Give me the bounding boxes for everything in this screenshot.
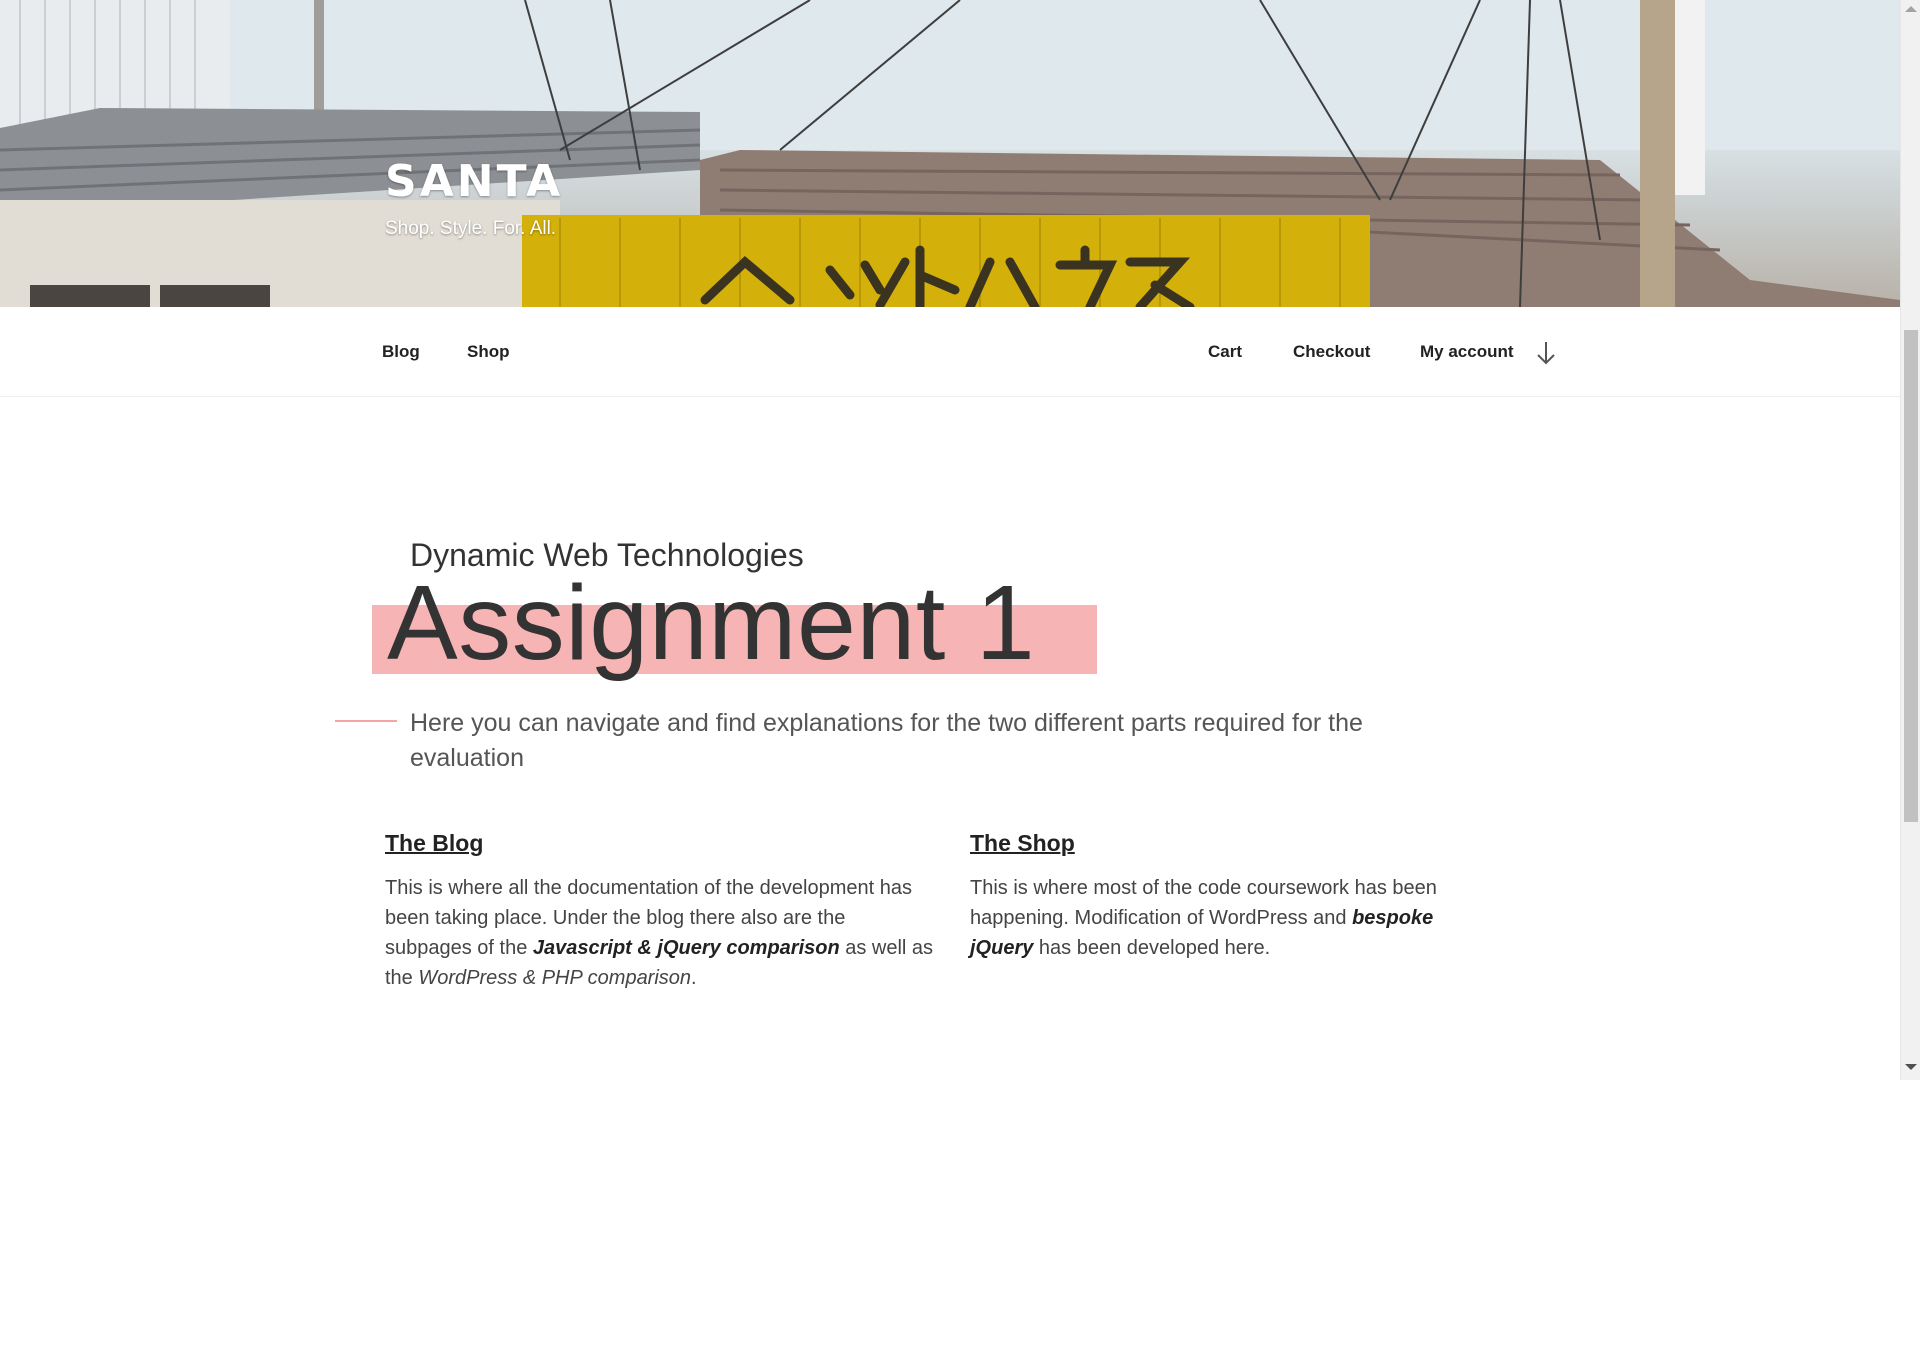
arrow-down-icon[interactable] [1536,340,1556,366]
vertical-scrollbar[interactable] [1900,0,1920,1080]
shop-heading: The Shop [970,826,1470,860]
blog-column: The Blog This is where all the documenta… [385,826,935,993]
scrollbar-thumb[interactable] [1904,330,1918,822]
page-title: Assignment 1 [387,564,1036,682]
nav-item-cart[interactable]: Cart [1208,342,1242,362]
header-photo [0,0,1900,307]
site-branding: SANTA Shop. Style. For. All. [385,160,563,240]
blog-heading-link[interactable]: The Blog [385,830,483,856]
blog-description: This is where all the documentation of t… [385,873,935,993]
scroll-up-icon[interactable] [1905,6,1917,12]
nav-item-shop[interactable]: Shop [467,342,510,362]
intro-text: Here you can navigate and find explanati… [410,709,1363,772]
shop-column: The Shop This is where most of the code … [970,826,1470,963]
nav-item-blog[interactable]: Blog [382,342,420,362]
main-navigation: Blog Shop Cart Checkout My account [0,307,1900,397]
blog-italic-text: WordPress & PHP comparison [418,967,692,989]
shop-heading-link[interactable]: The Shop [970,830,1075,856]
scroll-down-icon[interactable] [1905,1064,1917,1070]
shop-text-part: has been developed here. [1033,937,1271,959]
accent-divider [335,720,397,722]
blog-heading: The Blog [385,826,935,860]
site-tagline: Shop. Style. For. All. [385,218,557,239]
shop-description: This is where most of the code coursewor… [970,873,1470,963]
header-hero: SANTA Shop. Style. For. All. [0,0,1900,307]
site-title-link[interactable]: SANTA [385,160,563,204]
nav-item-checkout[interactable]: Checkout [1293,342,1370,362]
blog-bold-text: Javascript & jQuery comparison [532,937,840,959]
blog-text-part: . [691,967,697,989]
nav-item-my-account[interactable]: My account [1420,342,1514,362]
